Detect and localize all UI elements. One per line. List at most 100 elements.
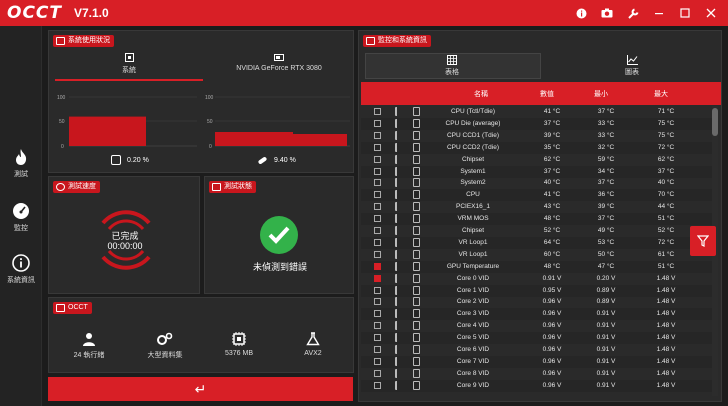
tab-gpu-label: NVIDIA GeForce RTX 3080 — [236, 65, 322, 72]
camera-icon[interactable] — [596, 2, 618, 24]
nav-test[interactable]: 測試 — [0, 148, 42, 179]
row-checkbox[interactable] — [374, 381, 381, 389]
col-name[interactable]: 名稱 — [451, 89, 511, 99]
nav-monitor[interactable]: 監控 — [0, 202, 42, 233]
sensor-source-icon — [413, 130, 420, 140]
row-checkbox[interactable] — [374, 179, 381, 187]
row-checkbox[interactable] — [374, 215, 381, 223]
cell-min: 0.91 V — [596, 334, 616, 342]
test-speed-panel: 測試速度 已完成 00:00:00 — [48, 176, 200, 294]
row-checkbox[interactable] — [374, 191, 381, 199]
close-icon[interactable] — [700, 2, 722, 24]
test-speed-tag: 測試速度 — [53, 181, 100, 193]
settings-icon — [56, 304, 65, 312]
row-checkbox[interactable] — [374, 369, 381, 377]
sensor-source-icon — [413, 154, 420, 164]
table-scrollbar-thumb[interactable] — [712, 108, 718, 136]
cell-value: 43 °C — [543, 203, 561, 211]
cell-value: 0.96 V — [542, 381, 562, 389]
row-checkbox[interactable] — [374, 227, 381, 234]
tab-table[interactable]: 表格 — [389, 55, 515, 77]
table-row[interactable]: Core 1 VID 0.95 V 0.89 V 1.48 V — [361, 284, 713, 297]
row-checkbox[interactable] — [374, 274, 381, 282]
cell-value: 41 °C — [543, 191, 561, 199]
sensor-type-icon — [395, 107, 402, 116]
table-row[interactable]: Chipset 52 °C 49 °C 52 °C — [361, 225, 713, 237]
row-checkbox[interactable] — [374, 298, 381, 306]
row-checkbox[interactable] — [374, 167, 381, 175]
row-checkbox[interactable] — [374, 322, 381, 330]
filter-button[interactable] — [690, 226, 716, 256]
row-checkbox[interactable] — [374, 203, 381, 211]
tab-system[interactable]: 系統 — [69, 53, 189, 75]
nav-monitor-label: 監控 — [14, 225, 28, 232]
sensor-type-icon — [395, 333, 402, 343]
cpu-tick-0: 0 — [61, 144, 64, 150]
stat-dataset: 大型資料集 — [135, 332, 195, 360]
tab-chart[interactable]: 圖表 — [569, 55, 695, 77]
sensor-source-icon — [413, 345, 420, 354]
nav-sysinfo[interactable]: 系統資訊 — [0, 254, 42, 285]
cell-max: 75 °C — [657, 131, 675, 139]
table-row[interactable]: Core 8 VID 0.96 V 0.91 V 1.48 V — [361, 368, 713, 380]
wrench-icon[interactable] — [622, 2, 644, 24]
table-row[interactable]: VR Loop1 60 °C 50 °C 61 °C — [361, 249, 713, 261]
table-row[interactable]: Core 2 VID 0.96 V 0.89 V 1.48 V — [361, 296, 713, 308]
cell-value: 0.91 V — [542, 274, 562, 282]
table-row[interactable]: CPU Die (average) 37 °C 33 °C 75 °C — [361, 117, 713, 130]
table-row[interactable]: PCIEX16_1 43 °C 39 °C 44 °C — [361, 201, 713, 213]
table-row[interactable]: GPU Temperature 48 °C 47 °C 51 °C — [361, 260, 713, 273]
cell-max: 1.48 V — [656, 286, 676, 294]
cell-max: 71 °C — [657, 108, 675, 115]
row-checkbox[interactable] — [374, 310, 381, 318]
row-checkbox[interactable] — [374, 357, 381, 365]
table-row[interactable]: System2 40 °C 37 °C 40 °C — [361, 177, 713, 189]
minimize-icon[interactable] — [648, 2, 670, 24]
sensor-type-icon — [395, 166, 402, 176]
col-max[interactable]: 最大 — [641, 89, 681, 99]
sensor-type-icon — [395, 237, 402, 247]
col-min[interactable]: 最小 — [581, 89, 621, 99]
table-row[interactable]: Core 7 VID 0.96 V 0.91 V 1.48 V — [361, 355, 713, 368]
table-row[interactable]: CPU 41 °C 36 °C 70 °C — [361, 189, 713, 202]
row-checkbox[interactable] — [374, 108, 381, 115]
table-row[interactable]: VRM MOS 48 °C 37 °C 51 °C — [361, 213, 713, 226]
table-row[interactable]: Core 6 VID 0.96 V 0.91 V 1.48 V — [361, 344, 713, 356]
start-test-button[interactable]: ↵ — [48, 377, 353, 401]
table-row[interactable]: Core 4 VID 0.96 V 0.91 V 1.48 V — [361, 320, 713, 332]
sensor-type-icon — [395, 261, 402, 271]
cell-max: 1.48 V — [656, 322, 676, 330]
row-checkbox[interactable] — [374, 131, 381, 139]
row-checkbox[interactable] — [374, 119, 381, 127]
row-checkbox[interactable] — [374, 334, 381, 342]
cell-max: 1.48 V — [656, 274, 676, 282]
table-row[interactable]: System1 37 °C 34 °C 37 °C — [361, 165, 713, 178]
sensor-type-icon — [395, 154, 402, 164]
nav-sysinfo-label: 系統資訊 — [7, 277, 35, 284]
table-row[interactable]: Core 0 VID 0.91 V 0.20 V 1.48 V — [361, 273, 713, 285]
row-checkbox[interactable] — [374, 346, 381, 353]
cpu-icon — [111, 155, 121, 165]
table-row[interactable]: CPU CCD1 (Tdie) 39 °C 33 °C 75 °C — [361, 130, 713, 142]
table-row[interactable]: Core 9 VID 0.96 V 0.91 V 1.48 V — [361, 379, 713, 392]
info-icon[interactable] — [570, 2, 592, 24]
table-row[interactable]: CPU (Tctl/Tdie) 41 °C 37 °C 71 °C — [361, 106, 713, 118]
sensor-source-icon — [413, 118, 420, 128]
maximize-icon[interactable] — [674, 2, 696, 24]
table-row[interactable]: CPU CCD2 (Tdie) 35 °C 32 °C 72 °C — [361, 141, 713, 154]
col-value[interactable]: 數值 — [527, 89, 567, 99]
tab-gpu[interactable]: NVIDIA GeForce RTX 3080 — [219, 53, 339, 72]
row-checkbox[interactable] — [374, 262, 381, 270]
gpu-icon — [274, 54, 284, 61]
table-row[interactable]: Chipset 62 °C 59 °C 62 °C — [361, 154, 713, 166]
cell-min: 0.91 V — [596, 381, 616, 389]
row-checkbox[interactable] — [374, 143, 381, 151]
row-checkbox[interactable] — [374, 238, 381, 246]
table-row[interactable]: Core 5 VID 0.96 V 0.91 V 1.48 V — [361, 332, 713, 345]
table-row[interactable]: VR Loop1 64 °C 53 °C 72 °C — [361, 236, 713, 249]
cpu-usage-value: 0.20 % — [127, 156, 149, 164]
row-checkbox[interactable] — [374, 155, 381, 163]
row-checkbox[interactable] — [374, 286, 381, 294]
table-row[interactable]: Core 3 VID 0.96 V 0.91 V 1.48 V — [361, 308, 713, 321]
row-checkbox[interactable] — [374, 250, 381, 258]
